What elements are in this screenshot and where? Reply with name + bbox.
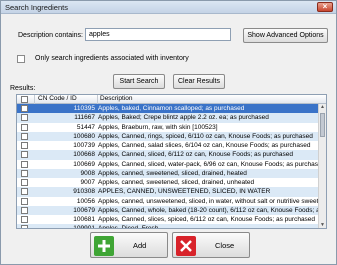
table-row[interactable]: 10056 Apples, canned, unsweetened, sliced…	[17, 197, 318, 206]
row-checkbox[interactable]	[21, 142, 28, 149]
column-header-description[interactable]: Description	[97, 95, 133, 104]
scroll-up-icon[interactable]: ▲	[319, 104, 326, 111]
results-grid: CN Code / ID Description 110395 Apples, b…	[16, 94, 327, 229]
start-search-button[interactable]: Start Search	[113, 74, 165, 89]
results-label: Results:	[10, 85, 36, 92]
title-bar: Search Ingredients ×	[1, 1, 336, 14]
row-code: 100679	[73, 206, 95, 214]
table-row[interactable]: 110395 Apples, baked, Cinnamon scalloped;…	[17, 104, 318, 114]
inventory-only-label: Only search ingredients associated with …	[35, 55, 189, 62]
row-checkbox[interactable]	[21, 188, 28, 196]
row-code: 111667	[74, 114, 95, 122]
row-code: 910308	[73, 188, 95, 196]
row-description: Apples, Canned, rings, spiced, 6/110 oz …	[98, 132, 313, 140]
row-checkbox[interactable]	[21, 132, 28, 140]
row-description: Apples, Braeburn, raw, with skin [100523…	[98, 123, 218, 131]
grid-rows: 110395 Apples, baked, Cinnamon scalloped;…	[17, 104, 318, 229]
show-advanced-options-button[interactable]: Show Advanced Options	[243, 28, 328, 43]
row-code: 110395	[73, 105, 95, 112]
clear-results-button[interactable]: Clear Results	[173, 74, 225, 89]
table-row[interactable]: 9007 Apples, canned, sweetened, sliced, d…	[17, 178, 318, 187]
description-label: Description contains:	[18, 32, 83, 39]
close-icon: ×	[322, 2, 328, 11]
row-checkbox[interactable]	[21, 123, 28, 131]
add-label: Add	[133, 241, 147, 250]
row-code: 51447	[76, 123, 95, 131]
grid-header: CN Code / ID Description	[17, 95, 326, 104]
row-description: Apples, Canned, salad slices, 6/104 oz c…	[98, 142, 311, 149]
row-description: Apples, canned, sweetened, sliced, drain…	[98, 169, 247, 177]
row-description: Apples, Canned, whole, baked (18-20 coun…	[98, 206, 318, 214]
row-description: Apples, Diced, Fresh	[98, 225, 159, 229]
search-ingredients-dialog: Search Ingredients × Description contain…	[0, 0, 337, 265]
table-row[interactable]: 100679 Apples, Canned, whole, baked (18-2…	[17, 205, 318, 215]
row-code: 10056	[76, 197, 95, 205]
row-description: Apples, canned, sweetened, sliced, drain…	[98, 179, 255, 186]
table-row[interactable]: 910308 APPLES, CANNED, UNSWEETENED, SLICE…	[17, 187, 318, 197]
row-checkbox[interactable]	[21, 151, 28, 159]
row-checkbox[interactable]	[21, 160, 28, 168]
row-checkbox[interactable]	[21, 216, 28, 223]
row-checkbox[interactable]	[21, 225, 28, 228]
row-description: APPLES, CANNED, UNSWEETENED, SLICED, IN …	[98, 188, 271, 196]
table-row[interactable]: 100669 Apples, Canned, sliced, water-pack…	[17, 160, 318, 169]
row-description: Apples, Baked; Crepe blintz apple 2.2 oz…	[98, 114, 269, 122]
row-code: 100739	[73, 142, 95, 149]
row-code: 100669	[73, 160, 95, 168]
table-row[interactable]: 100681 Apples, Canned, slices, spiced, 6/…	[17, 215, 318, 224]
row-code: 109901	[73, 225, 95, 229]
close-label: Close	[215, 241, 235, 250]
row-code: 9008	[80, 169, 95, 177]
description-input[interactable]	[85, 28, 231, 41]
row-description: Apples, baked, Cinnamon scalloped; as pu…	[98, 105, 245, 112]
row-code: 100681	[73, 216, 95, 223]
close-button[interactable]: Close	[172, 232, 250, 258]
row-checkbox[interactable]	[21, 197, 28, 205]
table-row[interactable]: 109901 Apples, Diced, Fresh	[17, 224, 318, 229]
select-all-checkbox[interactable]	[21, 96, 28, 103]
row-code: 9007	[80, 179, 95, 186]
add-button[interactable]: Add	[90, 232, 168, 258]
row-code: 100680	[73, 132, 95, 140]
row-code: 100668	[73, 151, 95, 159]
inventory-only-checkbox[interactable]	[17, 55, 25, 63]
row-checkbox[interactable]	[21, 206, 28, 214]
row-checkbox[interactable]	[21, 169, 28, 177]
table-row[interactable]: 51447 Apples, Braeburn, raw, with skin [1…	[17, 123, 318, 132]
row-checkbox[interactable]	[21, 105, 28, 112]
x-icon	[176, 236, 196, 256]
row-description: Apples, canned, unsweetened, sliced, in …	[98, 197, 318, 205]
scroll-down-icon[interactable]: ▼	[319, 222, 326, 228]
plus-icon	[94, 236, 114, 256]
row-checkbox[interactable]	[21, 179, 28, 186]
table-row[interactable]: 100680 Apples, Canned, rings, spiced, 6/1…	[17, 131, 318, 141]
table-row[interactable]: 9008 Apples, canned, sweetened, sliced, d…	[17, 168, 318, 178]
window-close-button[interactable]: ×	[317, 2, 333, 12]
row-description: Apples, Canned, sliced, 6/112 oz can, Kn…	[98, 151, 294, 159]
window-title: Search Ingredients	[5, 3, 68, 12]
column-header-code[interactable]: CN Code / ID	[34, 95, 97, 104]
table-row[interactable]: 100739 Apples, Canned, salad slices, 6/10…	[17, 141, 318, 150]
row-description: Apples, Canned, sliced, water-pack, 6/96…	[98, 160, 318, 168]
table-row[interactable]: 111667 Apples, Baked; Crepe blintz apple …	[17, 113, 318, 123]
row-description: Apples, Canned, slices, spiced, 6/112 oz…	[98, 216, 316, 223]
row-checkbox[interactable]	[21, 114, 28, 122]
vertical-scrollbar[interactable]: ▲ ▼	[318, 104, 326, 228]
scroll-thumb[interactable]	[320, 113, 325, 137]
table-row[interactable]: 100668 Apples, Canned, sliced, 6/112 oz c…	[17, 150, 318, 160]
